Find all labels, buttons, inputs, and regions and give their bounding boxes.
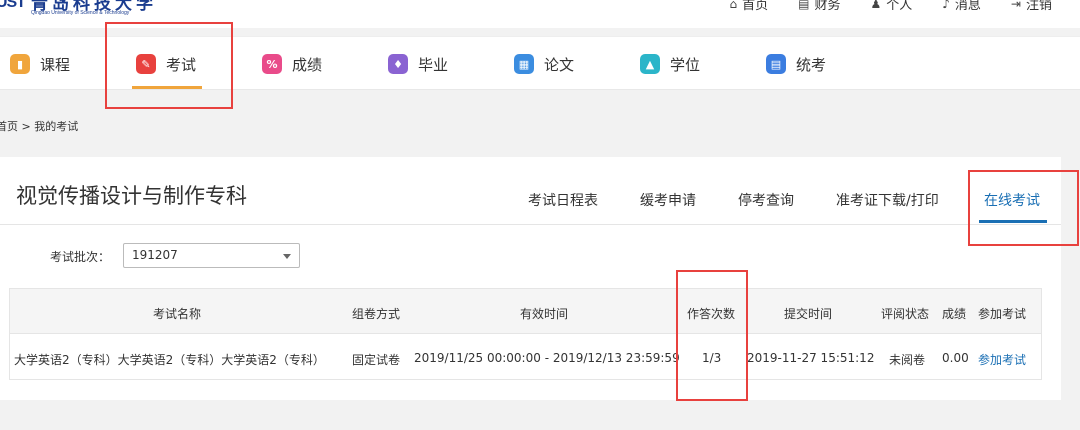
chevron-down-icon [283, 254, 291, 259]
col-score: 成绩 [942, 307, 967, 321]
tab-deferral-apply[interactable]: 缓考申请 [640, 190, 696, 210]
nav-item-unified-exam[interactable]: ▤ 统考 [766, 37, 826, 91]
tab-suspension-query[interactable]: 停考查询 [738, 190, 794, 210]
col-exam-name: 考试名称 [153, 307, 202, 321]
col-review-status: 评阅状态 [881, 307, 930, 321]
top-link-logout[interactable]: ⇥ 注销 [1011, 0, 1052, 13]
major-title: 视觉传播设计与制作专科 [16, 184, 247, 208]
top-link-messages[interactable]: ♪ 消息 [942, 0, 981, 13]
home-icon: ⌂ [729, 0, 738, 11]
nav-item-graduation[interactable]: ♦ 毕业 [388, 37, 448, 91]
nav-item-label: 学位 [670, 55, 701, 74]
highlight-box-online-exam-tab [968, 170, 1079, 246]
top-link-profile[interactable]: ♟ 个人 [870, 0, 912, 13]
batch-label: 考试批次： [50, 250, 111, 264]
nav-item-label: 毕业 [418, 55, 449, 74]
unified-exam-icon: ▤ [766, 54, 786, 74]
batch-select[interactable]: 191207 [123, 243, 300, 268]
col-paper-mode: 组卷方式 [352, 307, 401, 321]
course-icon: ▮ [10, 54, 30, 74]
logout-icon: ⇥ [1010, 0, 1021, 11]
cell-paper-mode: 固定试卷 [352, 353, 401, 367]
tab-exam-schedule[interactable]: 考试日程表 [528, 190, 598, 210]
top-link-label: 财务 [814, 0, 841, 13]
exam-table: 考试名称 组卷方式 有效时间 作答次数 提交时间 评阅状态 成绩 参加考试 大学… [9, 288, 1042, 380]
col-join-exam: 参加考试 [978, 307, 1027, 321]
join-exam-link[interactable]: 参加考试 [978, 351, 1026, 368]
nav-item-label: 统考 [796, 55, 827, 74]
cell-score: 0.00 [942, 351, 969, 365]
score-icon: % [262, 54, 282, 74]
degree-icon: ▲ [640, 54, 660, 74]
col-submit-time: 提交时间 [784, 307, 833, 321]
top-link-label: 注销 [1025, 0, 1052, 13]
logo-badge: UST [0, 0, 26, 11]
highlight-box-attempts-column [676, 270, 748, 401]
university-logo[interactable]: UST 青岛科技大学 Qingdao University of Science… [0, 0, 157, 16]
top-link-label: 个人 [886, 0, 913, 13]
top-link-finance[interactable]: ▤ 财务 [798, 0, 840, 13]
cell-valid-time: 2019/11/25 00:00:00 - 2019/12/13 23:59:5… [414, 351, 680, 365]
cell-exam-name: 大学英语2（专科）大学英语2（专科）大学英语2（专科） [14, 353, 325, 367]
col-valid-time: 有效时间 [520, 307, 569, 321]
top-link-home[interactable]: ⌂ 首页 [729, 0, 768, 13]
nav-item-label: 论文 [544, 55, 575, 74]
batch-selected-value: 191207 [132, 248, 178, 262]
nav-item-label: 课程 [40, 55, 71, 74]
nav-item-label: 成绩 [292, 55, 323, 74]
highlight-box-exam-nav [105, 22, 233, 109]
graduation-icon: ♦ [388, 54, 408, 74]
nav-item-thesis[interactable]: ▦ 论文 [514, 37, 574, 91]
top-link-label: 首页 [742, 0, 769, 13]
finance-icon: ▤ [798, 0, 810, 11]
top-link-label: 消息 [954, 0, 981, 13]
bell-icon: ♪ [942, 0, 950, 11]
thesis-icon: ▦ [514, 54, 534, 74]
nav-item-course[interactable]: ▮ 课程 [10, 37, 70, 91]
cell-submit-time: 2019-11-27 15:51:12 [747, 351, 875, 365]
user-icon: ♟ [870, 0, 882, 11]
nav-item-degree[interactable]: ▲ 学位 [640, 37, 700, 91]
nav-item-score[interactable]: % 成绩 [262, 37, 322, 91]
exam-card: 考试日程表 缓考申请 停考查询 准考证下载/打印 在线考试 视觉传播设计与制作专… [0, 157, 1061, 400]
top-links: ⌂ 首页 ▤ 财务 ♟ 个人 ♪ 消息 ⇥ 注销 [729, 0, 1052, 13]
cell-review-status: 未阅卷 [889, 353, 926, 367]
tab-admission-ticket[interactable]: 准考证下载/打印 [836, 190, 939, 210]
breadcrumb: 首页 > 我的考试 [0, 120, 79, 133]
